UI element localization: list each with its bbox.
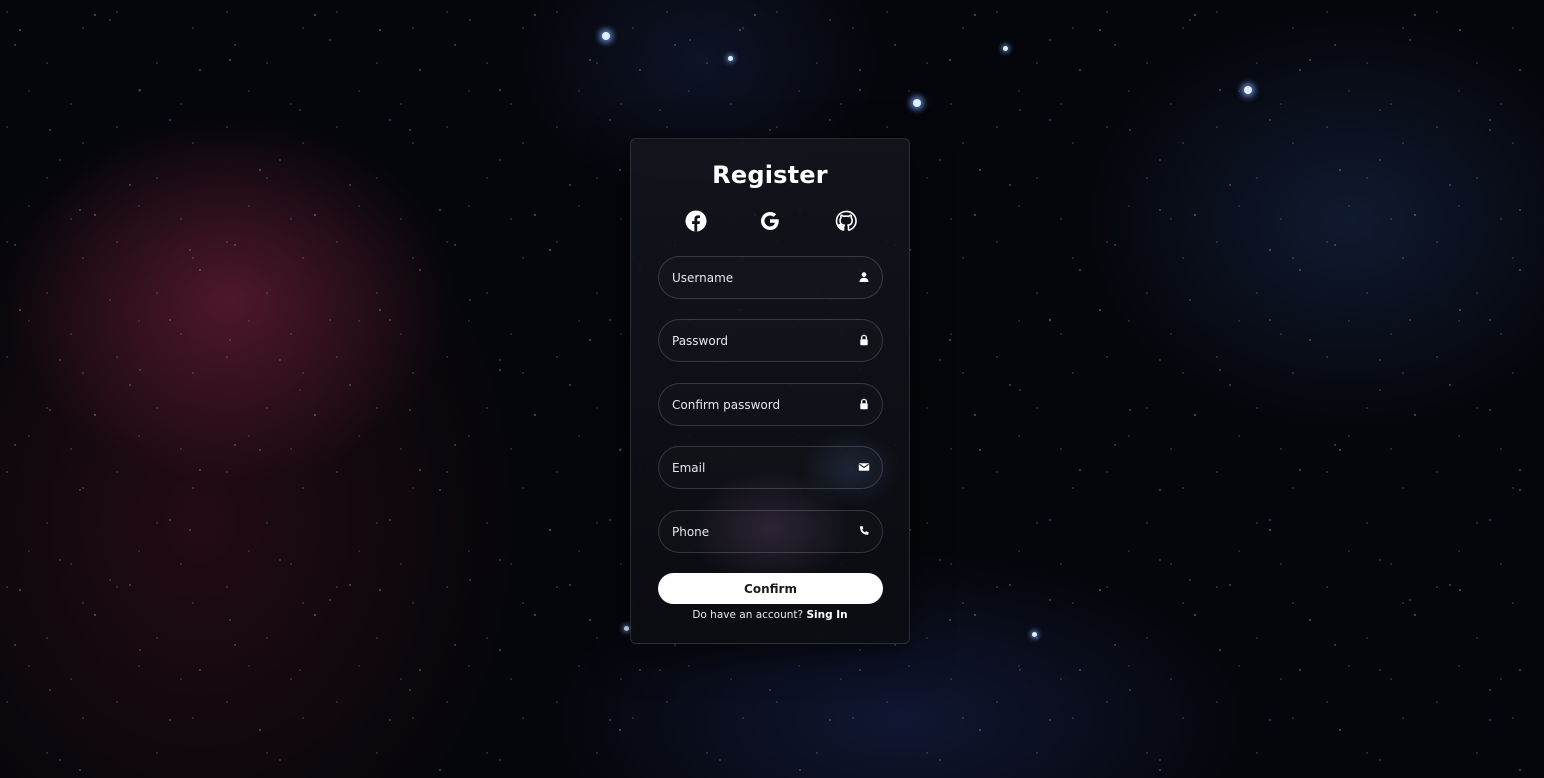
bright-star: [1032, 632, 1037, 637]
bright-star: [913, 99, 921, 107]
bright-star: [624, 626, 629, 631]
email-field[interactable]: [658, 446, 883, 489]
phone-input[interactable]: [659, 511, 882, 552]
register-title: Register: [712, 161, 828, 189]
bright-star: [1003, 46, 1008, 51]
social-login-row: [631, 209, 909, 233]
user-icon: [858, 271, 870, 283]
bright-star: [602, 32, 610, 40]
signin-prompt: Do have an account? Sing In: [631, 609, 909, 621]
lock-icon: [858, 334, 870, 346]
envelope-icon: [858, 461, 870, 473]
signin-link[interactable]: Sing In: [806, 609, 847, 621]
bright-star: [728, 56, 733, 61]
confirm-password-input[interactable]: [659, 384, 882, 425]
github-icon[interactable]: [834, 209, 858, 233]
signin-prompt-text: Do have an account?: [692, 609, 804, 621]
password-input[interactable]: [659, 320, 882, 361]
google-icon[interactable]: [758, 209, 782, 233]
phone-field[interactable]: [658, 510, 883, 553]
password-field[interactable]: [658, 319, 883, 362]
confirm-button[interactable]: Confirm: [658, 573, 883, 604]
phone-icon: [858, 525, 870, 537]
lock-icon: [858, 398, 870, 410]
username-field[interactable]: [658, 256, 883, 299]
username-input[interactable]: [659, 257, 882, 298]
facebook-icon[interactable]: [684, 209, 708, 233]
register-card: Register Username Email Phone Confirm Do…: [630, 138, 910, 644]
confirm-password-field[interactable]: [658, 383, 883, 426]
bright-star: [1244, 86, 1252, 94]
email-input[interactable]: [659, 447, 882, 488]
